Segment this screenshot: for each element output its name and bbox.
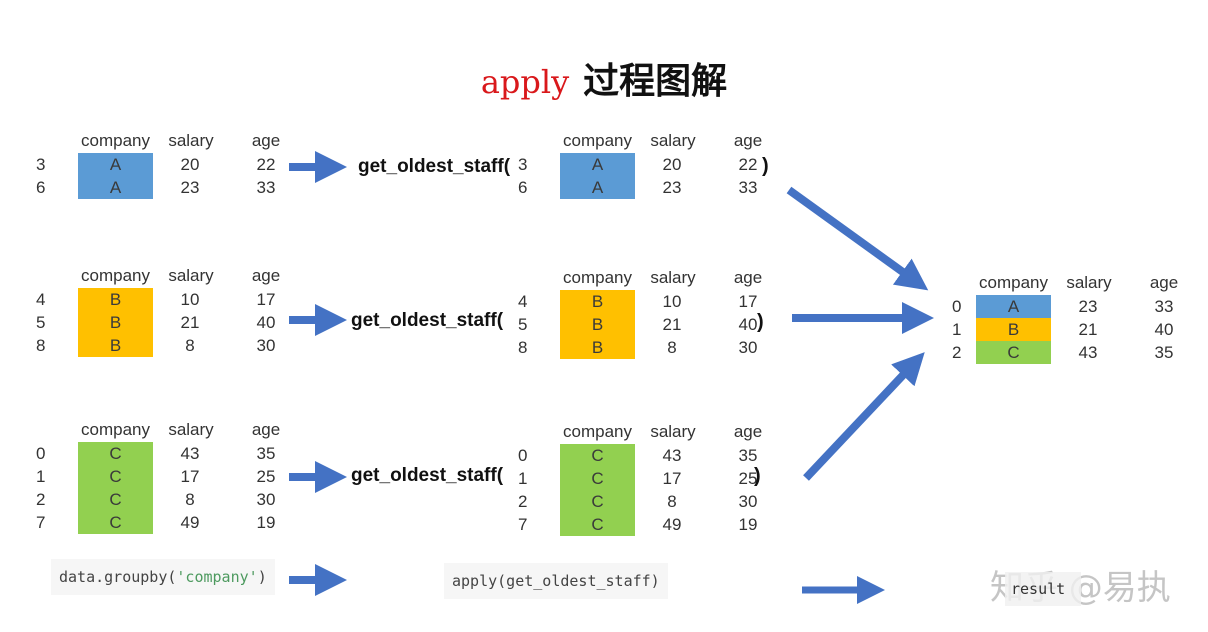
arrow-result-c-icon [803,352,925,481]
arrows-layer [289,151,934,604]
arrow-result-a-icon [786,186,929,291]
